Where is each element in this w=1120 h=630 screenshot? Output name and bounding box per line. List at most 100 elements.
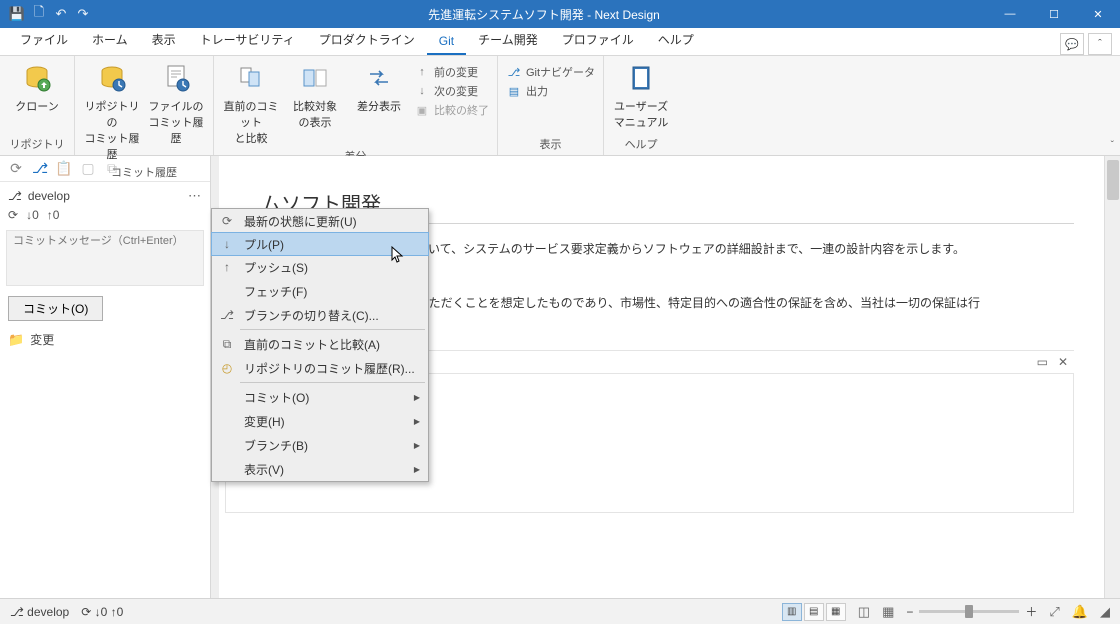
save-icon[interactable]: 💾	[8, 5, 26, 23]
prev-change-button[interactable]: ↑前の変更	[414, 64, 489, 80]
arrow-down-icon: ↓	[414, 85, 430, 97]
subpane-maximize-icon[interactable]: ▭	[1037, 355, 1048, 369]
menu-branch-sub[interactable]: ブランチ(B)	[212, 433, 428, 457]
tab-profile[interactable]: プロファイル	[550, 25, 646, 55]
work-area: ⟳ ⎇ 📋 ▢ ⧉ ⎇ develop ⋯ ⟳ ↓0 ↑0 コミット(O) 📁 …	[0, 156, 1120, 598]
separator	[240, 329, 425, 330]
resize-grip-icon[interactable]: ◢	[1100, 604, 1110, 620]
menu-commit-sub[interactable]: コミット(O)	[212, 385, 428, 409]
diff-mini-buttons: ↑前の変更 ↓次の変更 ▣比較の終了	[414, 60, 489, 118]
menu-repo-history[interactable]: ◴リポジトリのコミット履歴(R)...	[212, 356, 428, 380]
scrollbar-thumb[interactable]	[1107, 160, 1119, 200]
history-icon: ◴	[218, 361, 236, 375]
more-icon[interactable]: ⋯	[188, 188, 202, 204]
ribbon: クローン リポジトリ リポジトリの コミット履歴 ファイルの コミット履歴 コミ…	[0, 56, 1120, 156]
repo-history-button[interactable]: リポジトリの コミット履歴	[83, 60, 141, 162]
menu-switch-branch[interactable]: ⎇ブランチの切り替え(C)...	[212, 303, 428, 327]
tab-productline[interactable]: プロダクトライン	[307, 25, 427, 55]
tab-team[interactable]: チーム開発	[466, 25, 550, 55]
tab-help[interactable]: ヘルプ	[646, 25, 706, 55]
branch-icon: ⎇	[506, 66, 522, 79]
file-icon[interactable]: 🗋	[30, 5, 48, 23]
compare-prev-commit-button[interactable]: 直前のコミット と比較	[222, 60, 280, 146]
menu-push[interactable]: ↑プッシュ(S)	[212, 255, 428, 279]
view-mode-3[interactable]: ▦	[826, 603, 846, 621]
incoming-count: ↓0	[26, 208, 39, 222]
stop-icon: ▣	[414, 104, 430, 117]
zoom-handle[interactable]	[965, 605, 973, 618]
output-button[interactable]: ▤出力	[506, 83, 595, 99]
sync-icon[interactable]: ⟳	[8, 208, 18, 222]
tab-view[interactable]: 表示	[140, 25, 188, 55]
zoom-control: − ＋	[906, 603, 1037, 620]
ribbon-group-repository: クローン リポジトリ	[0, 56, 75, 155]
box-icon[interactable]: ▢	[80, 160, 96, 177]
compare-icon: ⧉	[218, 337, 236, 352]
ribbon-collapse-icon[interactable]: ˇ	[1111, 140, 1114, 151]
commit-message-box[interactable]	[6, 230, 204, 286]
branch-indicator[interactable]: ⎇ develop	[10, 605, 69, 619]
user-manual-button[interactable]: ユーザーズ マニュアル	[612, 60, 670, 130]
ribbon-group-diff: 直前のコミット と比較 比較対象 の表示 差分表示 ↑前の変更 ↓次の変更 ▣比…	[214, 56, 498, 155]
view-mode-2[interactable]: ▤	[804, 603, 824, 621]
subpane-close-icon[interactable]: ✕	[1058, 355, 1068, 369]
compare-target-button[interactable]: 比較対象 の表示	[286, 60, 344, 130]
book-icon	[625, 62, 657, 94]
git-navigator-button[interactable]: ⎇Gitナビゲータ	[506, 64, 595, 80]
fit-icon[interactable]: ⤢	[1049, 604, 1059, 620]
refresh-icon[interactable]: ⟳	[8, 160, 24, 177]
commit-message-input[interactable]	[7, 231, 203, 251]
branch-row[interactable]: ⎇ develop ⋯	[0, 182, 210, 206]
tab-file[interactable]: ファイル	[8, 25, 80, 55]
compare-docs-icon	[235, 62, 267, 94]
menu-view-sub[interactable]: 表示(V)	[212, 457, 428, 481]
vertical-scrollbar[interactable]	[1104, 156, 1120, 598]
clipboard-icon[interactable]: 📋	[56, 160, 72, 177]
next-change-button[interactable]: ↓次の変更	[414, 83, 489, 99]
view-mode-1[interactable]: ▥	[782, 603, 802, 621]
branch-icon[interactable]: ⎇	[32, 160, 48, 177]
layout-grid-icon[interactable]: ▦	[882, 604, 894, 620]
notification-icon[interactable]: 🔔	[1072, 604, 1088, 620]
menu-compare-prev[interactable]: ⧉直前のコミットと比較(A)	[212, 332, 428, 356]
zoom-in-button[interactable]: ＋	[1025, 603, 1037, 620]
undo-icon[interactable]: ↶	[52, 5, 70, 23]
ribbon-group-help: ユーザーズ マニュアル ヘルプ	[604, 56, 678, 155]
refresh-icon: ⟳	[218, 214, 236, 228]
menu-changes-sub[interactable]: 変更(H)	[212, 409, 428, 433]
maximize-button[interactable]: ☐	[1032, 0, 1076, 28]
copy-icon[interactable]: ⧉	[104, 160, 120, 177]
minimize-button[interactable]: ―	[988, 0, 1032, 28]
tab-git[interactable]: Git	[427, 28, 466, 55]
layout-split-icon[interactable]: ◫	[858, 604, 870, 620]
folder-icon: 📁	[8, 332, 24, 348]
branch-icon: ⎇	[8, 189, 22, 203]
menu-refresh[interactable]: ⟳最新の状態に更新(U)	[212, 209, 428, 233]
tab-traceability[interactable]: トレーサビリティ	[188, 25, 307, 55]
ribbon-group-commit-history: リポジトリの コミット履歴 ファイルの コミット履歴 コミット履歴	[75, 56, 214, 155]
database-clone-icon	[21, 62, 53, 94]
sync-indicator[interactable]: ⟳ ↓0 ↑0	[81, 605, 123, 619]
split-pane-icon	[299, 62, 331, 94]
tab-home[interactable]: ホーム	[80, 25, 140, 55]
status-bar: ⎇ develop ⟳ ↓0 ↑0 ▥ ▤ ▦ ◫ ▦ − ＋ ⤢ 🔔 ◢	[0, 598, 1120, 624]
outgoing-count: ↑0	[47, 208, 60, 222]
arrow-up-icon: ↑	[414, 66, 430, 78]
collapse-caret-button[interactable]: ˆ	[1088, 33, 1112, 55]
redo-icon[interactable]: ↷	[74, 5, 92, 23]
ribbon-tabs: ファイル ホーム 表示 トレーサビリティ プロダクトライン Git チーム開発 …	[0, 28, 1120, 56]
zoom-out-button[interactable]: −	[906, 605, 913, 619]
end-compare-button[interactable]: ▣比較の終了	[414, 102, 489, 118]
menu-pull[interactable]: ↓プル(P)	[211, 232, 429, 256]
file-history-button[interactable]: ファイルの コミット履歴	[147, 60, 205, 146]
context-menu: ⟳最新の状態に更新(U) ↓プル(P) ↑プッシュ(S) フェッチ(F) ⎇ブラ…	[211, 208, 429, 482]
menu-fetch[interactable]: フェッチ(F)	[212, 279, 428, 303]
commit-button[interactable]: コミット(O)	[8, 296, 103, 321]
changes-node[interactable]: 📁 変更	[0, 321, 210, 358]
zoom-slider[interactable]	[919, 610, 1019, 613]
close-button[interactable]: ✕	[1076, 0, 1120, 28]
feedback-button[interactable]: 💬	[1060, 33, 1084, 55]
show-diff-button[interactable]: 差分表示	[350, 60, 408, 114]
view-mode-buttons: ▥ ▤ ▦	[782, 603, 846, 621]
clone-button[interactable]: クローン	[8, 60, 66, 114]
